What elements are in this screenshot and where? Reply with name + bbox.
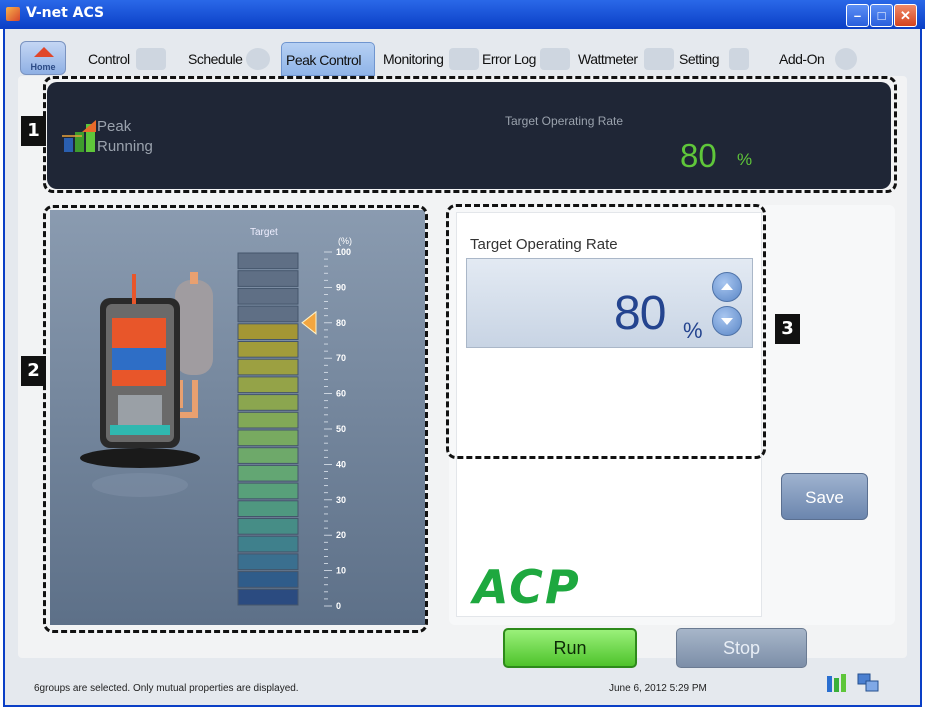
callout-label-3: 3 [775,314,800,344]
run-button[interactable]: Run [503,628,637,668]
tab-control[interactable]: Control [88,42,166,76]
setting-icon [729,48,749,70]
tab-setting[interactable]: Setting [679,42,749,76]
title-bar: V-net ACS – □ ✕ [0,0,925,29]
add-icon [835,48,857,70]
callout-box-2 [43,205,428,633]
bars-icon[interactable] [826,672,848,694]
app-icon [6,7,20,21]
tab-schedule[interactable]: Schedule [188,42,270,76]
status-datetime: June 6, 2012 5:29 PM [609,683,707,694]
tab-peak-control[interactable]: Peak Control [281,42,375,76]
save-button[interactable]: Save [781,473,868,520]
error-log-icon [540,48,570,70]
callout-box-1 [43,76,897,193]
wattmeter-icon [644,48,674,70]
tab-add-on[interactable]: Add-On [779,42,857,76]
acp-logo: ACP [473,560,581,614]
close-button[interactable]: ✕ [894,4,917,27]
tab-wattmeter[interactable]: Wattmeter [578,42,674,76]
window-title: V-net ACS [26,5,105,21]
callout-label-1: 1 [21,116,46,146]
tab-error-log[interactable]: Error Log [482,42,570,76]
callout-label-2: 2 [21,356,46,386]
home-icon [34,47,54,57]
stop-button[interactable]: Stop [676,628,807,668]
network-icon[interactable] [856,672,880,694]
control-icon [136,48,166,70]
tab-monitoring[interactable]: Monitoring [383,42,479,76]
callout-box-3 [446,204,766,459]
home-label: Home [30,62,56,72]
maximize-button[interactable]: □ [870,4,893,27]
status-message: 6groups are selected. Only mutual proper… [34,683,299,694]
home-button[interactable]: Home [20,41,66,75]
minimize-button[interactable]: – [846,4,869,27]
monitoring-icon [449,48,479,70]
schedule-icon [246,48,270,70]
